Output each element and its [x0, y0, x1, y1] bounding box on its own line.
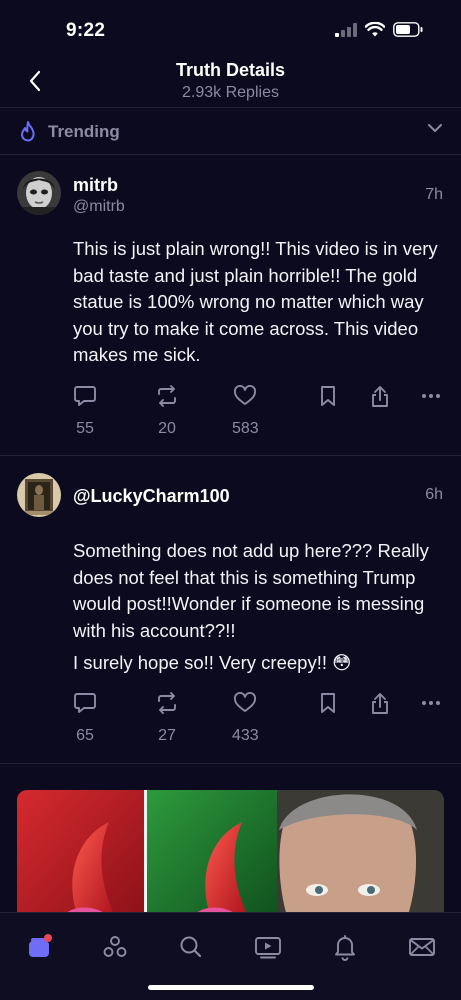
video-icon — [255, 937, 281, 959]
post-paragraph: I surely hope so!! Very creepy!! 😳 — [73, 652, 352, 673]
avatar[interactable] — [17, 473, 61, 517]
bookmark-icon — [321, 693, 335, 713]
status-bar: 9:22 — [0, 0, 461, 58]
like-count: 433 — [232, 727, 259, 744]
home-icon — [29, 934, 52, 957]
share-button[interactable] — [369, 692, 391, 716]
trending-label: Trending — [48, 122, 120, 141]
home-indicator[interactable] — [148, 985, 314, 990]
navigation-header: Truth Details 2.93k Replies — [0, 58, 461, 108]
repost-icon — [158, 385, 176, 407]
wifi-icon — [365, 22, 385, 37]
retruth-count: 20 — [158, 420, 176, 437]
reply-post: mitrb @mitrb 7h This is just plain wrong… — [0, 155, 461, 456]
bookmark-button[interactable] — [318, 385, 338, 407]
action-bar: 55 20 583 — [0, 385, 461, 445]
bookmark-button[interactable] — [318, 692, 338, 714]
tab-notifications[interactable] — [327, 931, 363, 963]
share-icon — [372, 693, 388, 714]
share-icon — [372, 386, 388, 407]
retruth-button[interactable]: 20 — [155, 385, 179, 438]
post-time: 6h — [425, 486, 443, 503]
retruth-button[interactable]: 27 — [155, 692, 179, 745]
post-body: Something does not add up here??? Really… — [73, 538, 453, 677]
status-time: 9:22 — [66, 20, 106, 41]
tab-home[interactable] — [21, 931, 57, 963]
post-paragraph: This is just plain wrong!! This video is… — [73, 238, 438, 365]
like-count: 583 — [232, 420, 259, 437]
trending-dropdown[interactable]: Trending — [0, 108, 461, 155]
heart-icon — [234, 692, 257, 712]
ellipsis-icon — [422, 394, 440, 398]
speech-bubble-icon — [74, 693, 96, 713]
speech-bubble-icon — [74, 386, 96, 406]
repost-icon — [158, 692, 176, 714]
envelope-icon — [409, 938, 435, 956]
tab-search[interactable] — [173, 931, 209, 963]
bookmark-icon — [321, 386, 335, 406]
flame-icon — [21, 121, 35, 142]
chevron-down-icon — [428, 124, 442, 132]
display-name[interactable]: mitrb — [73, 175, 118, 196]
groups-icon — [103, 936, 127, 957]
like-button[interactable]: 583 — [232, 385, 259, 438]
reply-post: @LuckyCharm100 6h Something does not add… — [0, 456, 461, 764]
post-body: This is just plain wrong!! This video is… — [73, 236, 453, 369]
replies-count: 2.93k Replies — [182, 84, 279, 101]
page-title: Truth Details — [175, 60, 286, 80]
tab-messages[interactable] — [404, 931, 440, 963]
reply-button[interactable]: 65 — [73, 692, 97, 745]
retruth-count: 27 — [158, 727, 176, 744]
share-button[interactable] — [369, 385, 391, 409]
tab-video[interactable] — [250, 931, 286, 963]
reply-button[interactable]: 55 — [73, 385, 97, 438]
ellipsis-icon — [422, 701, 440, 705]
battery-icon — [393, 22, 423, 37]
bell-icon — [335, 935, 355, 961]
post-paragraph: Something does not add up here??? Really… — [73, 540, 429, 641]
reply-count: 55 — [76, 420, 94, 437]
heart-icon — [234, 385, 257, 405]
search-icon — [180, 936, 202, 958]
like-button[interactable]: 433 — [232, 692, 259, 745]
user-handle[interactable]: @mitrb — [73, 198, 125, 216]
tab-groups[interactable] — [97, 931, 133, 963]
status-icons — [335, 22, 423, 37]
action-bar: 65 27 433 — [0, 692, 461, 752]
more-options-button[interactable] — [421, 385, 441, 407]
cellular-signal-icon — [335, 22, 357, 37]
avatar[interactable] — [17, 171, 61, 215]
display-name[interactable]: @LuckyCharm100 — [73, 486, 230, 507]
more-options-button[interactable] — [421, 692, 441, 714]
post-time: 7h — [425, 186, 443, 203]
media-thumbnail[interactable] — [17, 790, 444, 930]
reply-count: 65 — [76, 727, 94, 744]
